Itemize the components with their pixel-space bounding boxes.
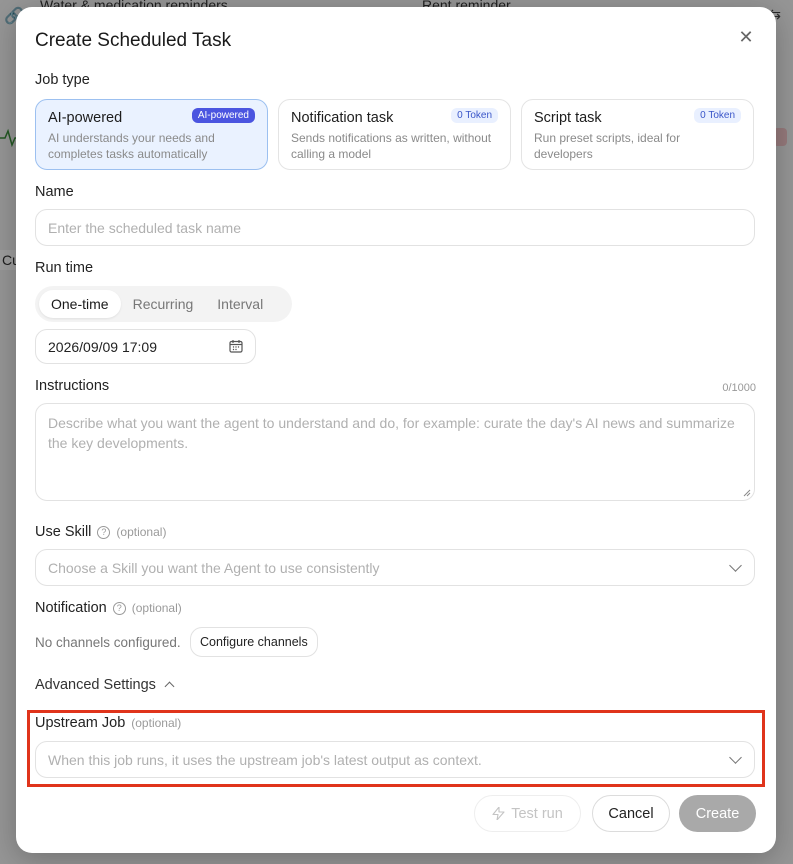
job-type-label: Job type [35, 72, 90, 88]
help-icon[interactable]: ? [112, 602, 126, 615]
use-skill-label: Use Skill? (optional) [35, 524, 166, 540]
chevron-down-icon [729, 559, 742, 572]
cancel-button[interactable]: Cancel [592, 795, 670, 832]
job-card-desc: AI understands your needs and completes … [48, 131, 215, 161]
name-input[interactable]: Enter the scheduled task name [35, 209, 755, 246]
run-time-mode-toggle: One-time Recurring Interval [35, 286, 292, 322]
job-type-notification[interactable]: Notification task 0 Token Sends notifica… [278, 99, 511, 170]
resize-grip-icon[interactable] [743, 489, 751, 497]
job-card-badge: 0 Token [694, 108, 741, 123]
datetime-picker[interactable]: 2026/09/09 17:09 [35, 329, 256, 364]
advanced-settings-label: Advanced Settings [35, 677, 156, 693]
datetime-value: 2026/09/09 17:09 [48, 338, 157, 355]
test-run-label: Test run [511, 805, 563, 822]
help-icon[interactable]: ? [97, 526, 111, 539]
calendar-icon [229, 340, 243, 353]
use-skill-select[interactable]: Choose a Skill you want the Agent to use… [35, 549, 755, 586]
instructions-counter: 0/1000 [722, 382, 756, 394]
job-card-desc: Sends notifications as written, without … [291, 131, 492, 161]
configure-channels-button[interactable]: Configure channels [190, 627, 318, 657]
job-card-badge: AI-powered [191, 108, 255, 123]
instructions-label: Instructions [35, 378, 110, 394]
notification-status: No channels configured. [35, 635, 181, 650]
run-time-label: Run time [35, 260, 94, 276]
create-button[interactable]: Create [679, 795, 756, 832]
advanced-settings-toggle[interactable]: Advanced Settings [35, 677, 175, 693]
name-label: Name [35, 184, 74, 200]
use-skill-label-text: Use Skill [35, 524, 92, 540]
highlight-annotation [27, 710, 765, 787]
notification-label: Notification? (optional) [35, 600, 182, 616]
instructions-textarea[interactable]: Describe what you want the agent to unde… [35, 403, 755, 501]
job-type-ai-powered[interactable]: AI-powered AI-powered AI understands you… [35, 99, 268, 170]
optional-text: (optional) [131, 601, 182, 615]
run-time-one-time[interactable]: One-time [39, 290, 121, 318]
create-task-modal: Create Scheduled Task ✕ Job type AI-powe… [16, 7, 776, 853]
instructions-placeholder: Describe what you want the agent to unde… [48, 415, 735, 451]
job-type-script[interactable]: Script task 0 Token Run preset scripts, … [521, 99, 754, 170]
job-card-desc: Run preset scripts, ideal for developers [534, 131, 681, 161]
job-card-badge: 0 Token [451, 108, 498, 123]
modal-title: Create Scheduled Task [35, 30, 232, 51]
notification-label-text: Notification [35, 600, 107, 616]
close-icon[interactable]: ✕ [736, 27, 756, 47]
lightning-icon [492, 807, 505, 820]
use-skill-placeholder: Choose a Skill you want the Agent to use… [48, 559, 380, 576]
run-time-interval[interactable]: Interval [205, 290, 275, 318]
name-placeholder: Enter the scheduled task name [48, 219, 242, 236]
optional-text: (optional) [116, 525, 167, 539]
chevron-up-icon [164, 681, 175, 692]
test-run-button[interactable]: Test run [474, 795, 581, 832]
run-time-recurring[interactable]: Recurring [121, 290, 206, 318]
